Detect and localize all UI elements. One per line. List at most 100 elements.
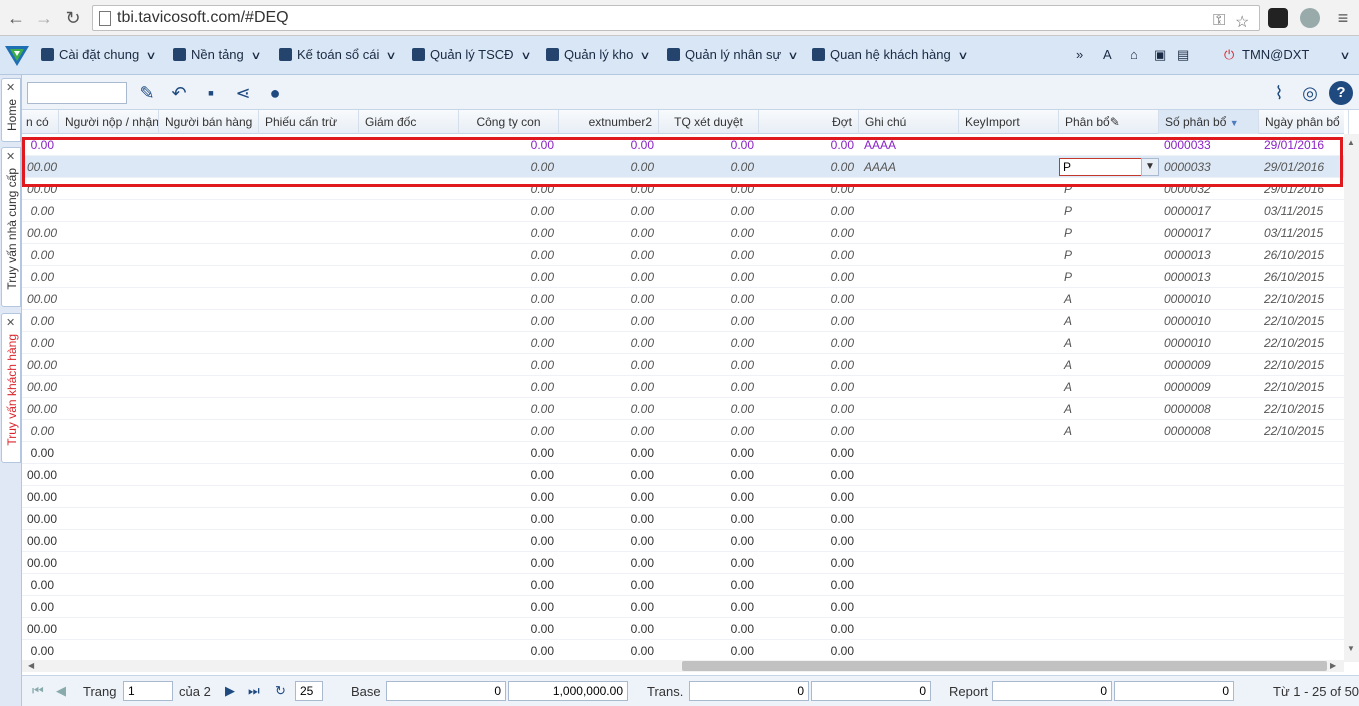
- table-cell[interactable]: 0.00: [759, 618, 859, 640]
- table-cell[interactable]: 0.00: [759, 596, 859, 618]
- table-cell[interactable]: [859, 178, 959, 200]
- table-cell[interactable]: [859, 640, 959, 662]
- col-header[interactable]: Người bán hàng: [159, 110, 259, 134]
- table-row[interactable]: 0.00 0.00 0.00 0.00 0.00 AAAA 0000033 29/01/201…: [22, 134, 1344, 156]
- col-header[interactable]: Ghi chú: [859, 110, 959, 134]
- table-cell[interactable]: [859, 574, 959, 596]
- table-cell[interactable]: [1059, 464, 1159, 486]
- table-row[interactable]: 00.00 0.00 0.00 0.00 0.00: [22, 508, 1344, 530]
- table-row[interactable]: 00.00 0.00 0.00 0.00 0.00 AAAA 0000033 29/01/20…: [22, 156, 1344, 178]
- table-row[interactable]: 0.00 0.00 0.00 0.00 0.00 P 0000013 26/10/2015: [22, 266, 1344, 288]
- save-icon[interactable]: ▪: [199, 81, 223, 105]
- table-cell[interactable]: 0.00: [459, 464, 559, 486]
- page-size-input[interactable]: 25: [295, 681, 323, 701]
- last-page-icon[interactable]: ⏭: [248, 683, 260, 699]
- table-cell[interactable]: [1059, 486, 1159, 508]
- col-header[interactable]: Công ty con: [459, 110, 559, 134]
- table-row[interactable]: 00.00 0.00 0.00 0.00 0.00: [22, 552, 1344, 574]
- table-row[interactable]: 00.00 0.00 0.00 0.00 0.00 A 0000008 22/10/2015: [22, 398, 1344, 420]
- col-header[interactable]: Người nộp / nhận: [59, 110, 159, 134]
- table-cell[interactable]: [1259, 552, 1344, 574]
- font-size-button[interactable]: A: [1103, 47, 1112, 62]
- table-row[interactable]: 0.00 0.00 0.00 0.00 0.00: [22, 640, 1344, 662]
- table-cell[interactable]: 0000009: [1159, 354, 1259, 376]
- table-cell[interactable]: [1159, 508, 1259, 530]
- table-cell[interactable]: [859, 222, 959, 244]
- table-cell[interactable]: 0.00: [459, 398, 559, 420]
- table-cell[interactable]: [1059, 640, 1159, 662]
- table-cell[interactable]: [859, 486, 959, 508]
- table-cell[interactable]: 0000033: [1159, 156, 1259, 178]
- search-input[interactable]: [27, 82, 127, 104]
- extension-icon[interactable]: [1268, 8, 1288, 28]
- table-cell[interactable]: [859, 530, 959, 552]
- table-cell[interactable]: 29/01/2016: [1259, 178, 1344, 200]
- table-cell[interactable]: 0.00: [759, 508, 859, 530]
- user-menu[interactable]: TMN@DXT ∨: [1242, 47, 1351, 62]
- table-cell[interactable]: 0.00: [659, 398, 759, 420]
- table-row[interactable]: 00.00 0.00 0.00 0.00 0.00 A 0000009 22/10/2015: [22, 376, 1344, 398]
- refresh-icon[interactable]: ↻: [275, 683, 286, 699]
- table-cell[interactable]: 00.00: [22, 178, 59, 200]
- table-row[interactable]: 00.00 0.00 0.00 0.00 0.00: [22, 486, 1344, 508]
- table-cell[interactable]: [1259, 596, 1344, 618]
- table-cell[interactable]: 0.00: [759, 288, 859, 310]
- table-cell[interactable]: 0000033: [1159, 134, 1259, 156]
- table-cell[interactable]: 22/10/2015: [1259, 310, 1344, 332]
- table-cell[interactable]: 0.00: [759, 156, 859, 178]
- table-cell[interactable]: 22/10/2015: [1259, 288, 1344, 310]
- table-cell[interactable]: 0000013: [1159, 244, 1259, 266]
- table-cell[interactable]: 0.00: [659, 640, 759, 662]
- table-cell[interactable]: 0.00: [759, 574, 859, 596]
- table-cell[interactable]: AAAA: [859, 134, 959, 156]
- table-cell[interactable]: 0.00: [459, 376, 559, 398]
- col-header[interactable]: extnumber2: [559, 110, 659, 134]
- table-cell[interactable]: [1159, 574, 1259, 596]
- table-cell[interactable]: 0.00: [659, 266, 759, 288]
- table-cell[interactable]: 0.00: [22, 200, 59, 222]
- table-cell[interactable]: 0.00: [22, 310, 59, 332]
- prev-page-icon[interactable]: ◀: [56, 683, 66, 699]
- table-row[interactable]: 0.00 0.00 0.00 0.00 0.00 A 0000010 22/10/2015: [22, 310, 1344, 332]
- table-cell[interactable]: [1059, 442, 1159, 464]
- table-cell[interactable]: 0.00: [759, 530, 859, 552]
- table-cell[interactable]: 0.00: [759, 200, 859, 222]
- table-cell[interactable]: 0.00: [459, 178, 559, 200]
- horizontal-scrollbar[interactable]: ◀ ▶: [22, 660, 1344, 672]
- power-icon[interactable]: ⏻: [1224, 47, 1234, 63]
- table-cell[interactable]: [1159, 464, 1259, 486]
- table-cell[interactable]: 00.00: [22, 552, 59, 574]
- next-page-icon[interactable]: ▶: [225, 683, 235, 699]
- table-cell[interactable]: 0.00: [559, 134, 659, 156]
- table-cell[interactable]: 22/10/2015: [1259, 332, 1344, 354]
- location-icon[interactable]: ●: [263, 81, 287, 105]
- table-cell[interactable]: 0000013: [1159, 266, 1259, 288]
- scroll-down-icon[interactable]: ▼: [1347, 644, 1355, 653]
- table-cell[interactable]: [1159, 640, 1259, 662]
- table-cell[interactable]: [859, 618, 959, 640]
- scroll-up-icon[interactable]: ▲: [1347, 138, 1355, 147]
- table-cell[interactable]: 0.00: [759, 398, 859, 420]
- menu-inventory[interactable]: Quản lý kho ∨: [546, 47, 651, 62]
- table-cell[interactable]: 0.00: [759, 640, 859, 662]
- table-row[interactable]: 0.00 0.00 0.00 0.00 0.00: [22, 596, 1344, 618]
- table-cell[interactable]: 00.00: [22, 376, 59, 398]
- table-cell[interactable]: 0.00: [759, 420, 859, 442]
- table-cell[interactable]: 0000010: [1159, 310, 1259, 332]
- table-cell[interactable]: 0.00: [559, 354, 659, 376]
- table-cell[interactable]: 0000017: [1159, 222, 1259, 244]
- table-row[interactable]: 0.00 0.00 0.00 0.00 0.00: [22, 574, 1344, 596]
- table-cell[interactable]: 0.00: [659, 574, 759, 596]
- table-cell[interactable]: A: [1059, 376, 1159, 398]
- table-cell[interactable]: 0.00: [559, 640, 659, 662]
- table-cell[interactable]: 0.00: [659, 486, 759, 508]
- chevron-down-icon[interactable]: ▼: [1141, 158, 1159, 176]
- edit-icon[interactable]: ✎: [135, 81, 159, 105]
- col-header[interactable]: Ngày phân bổ: [1259, 110, 1349, 134]
- undo-icon[interactable]: ↶: [167, 81, 191, 105]
- table-cell[interactable]: 0.00: [459, 266, 559, 288]
- table-row[interactable]: 0.00 0.00 0.00 0.00 0.00 P 0000013 26/10/2015: [22, 244, 1344, 266]
- table-cell[interactable]: 29/01/2016: [1259, 134, 1344, 156]
- table-cell[interactable]: 0.00: [759, 244, 859, 266]
- table-cell[interactable]: 22/10/2015: [1259, 420, 1344, 442]
